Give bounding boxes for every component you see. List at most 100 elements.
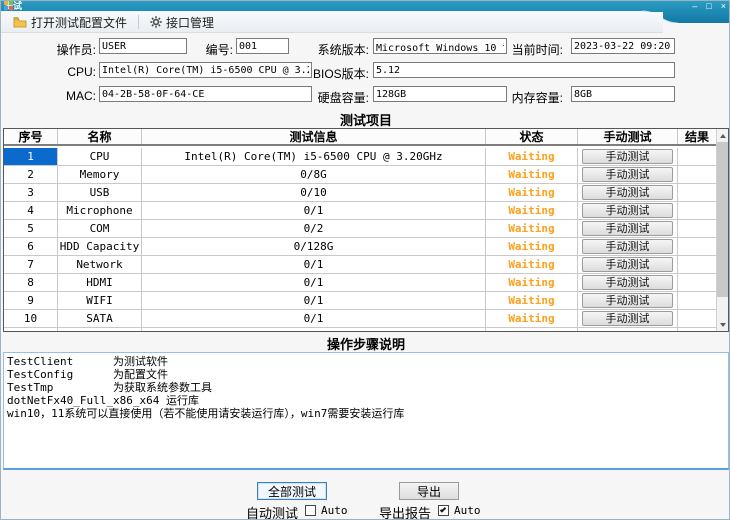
table-row: 10SATA0/1Waiting手动测试: [4, 310, 716, 328]
cell-name[interactable]: WIFI: [58, 292, 142, 309]
header-result: 结果: [678, 129, 716, 144]
cell-info[interactable]: 0/1: [142, 292, 486, 309]
close-button[interactable]: ×: [721, 2, 726, 11]
hdd-capacity-input[interactable]: [373, 86, 507, 102]
cell-result: [678, 148, 716, 165]
cell-info[interactable]: 0/10: [142, 184, 486, 201]
system-info-form: 操作员: 编号: 系统版本: 当前时间: CPU: BIOS版本: MAC: 硬…: [1, 33, 730, 109]
scroll-down-icon[interactable]: [717, 318, 728, 331]
cell-name[interactable]: HDD Capacity: [58, 238, 142, 255]
cell-status: Waiting: [486, 238, 578, 255]
cell-info[interactable]: 0/2: [142, 220, 486, 237]
table-row: 8HDMI0/1Waiting手动测试: [4, 274, 716, 292]
cell-no[interactable]: 2: [4, 166, 58, 183]
cell-info[interactable]: 0/1: [142, 202, 486, 219]
cell-no[interactable]: 1: [4, 148, 58, 165]
app-icon: [4, 1, 13, 10]
cell-no[interactable]: 3: [4, 184, 58, 201]
cell-manual: 手动测试: [578, 184, 678, 201]
serial-input[interactable]: [236, 38, 289, 54]
manual-test-button[interactable]: 手动测试: [582, 203, 673, 218]
cell-name[interactable]: HDMI: [58, 274, 142, 291]
manual-test-button[interactable]: 手动测试: [582, 293, 673, 308]
cell-no[interactable]: 6: [4, 238, 58, 255]
manual-test-button[interactable]: 手动测试: [582, 167, 673, 182]
manual-test-button[interactable]: 手动测试: [582, 275, 673, 290]
maximize-button[interactable]: □: [706, 2, 711, 11]
cell-name[interactable]: SATA: [58, 310, 142, 327]
manual-test-button[interactable]: 手动测试: [582, 185, 673, 200]
table-row: 7Network0/1Waiting手动测试: [4, 256, 716, 274]
cell-manual: 手动测试: [578, 220, 678, 237]
export-report-checkbox[interactable]: [438, 505, 449, 516]
minimize-button[interactable]: –: [692, 2, 697, 11]
cell-info[interactable]: 0/128G: [142, 238, 486, 255]
cell-result: [678, 166, 716, 183]
window-title: 测试: [4, 1, 22, 11]
steps-title: 操作步骤说明: [1, 334, 730, 353]
cell-status: Waiting: [486, 148, 578, 165]
table-header-row: 序号 名称 测试信息 状态 手动测试 结果: [4, 129, 716, 146]
table-row-partial: [4, 328, 716, 331]
cell-status: Waiting: [486, 166, 578, 183]
bios-version-input[interactable]: [373, 62, 675, 78]
header-status: 状态: [486, 129, 578, 144]
cell-result: [678, 256, 716, 273]
manual-test-button[interactable]: 手动测试: [582, 221, 673, 236]
scrollbar-thumb[interactable]: [717, 142, 728, 297]
table-row: 1CPUIntel(R) Core(TM) i5-6500 CPU @ 3.20…: [4, 148, 716, 166]
cell-result: [678, 310, 716, 327]
table-scrollbar[interactable]: [716, 129, 728, 331]
cell-status: Waiting: [486, 292, 578, 309]
empty-cell: [678, 328, 716, 331]
header-info: 测试信息: [142, 129, 486, 144]
table-row: 5COM0/2Waiting 手动测试: [4, 220, 716, 238]
cell-info[interactable]: 0/1: [142, 274, 486, 291]
interface-mgmt-label: 接口管理: [166, 14, 214, 31]
auto-test-label: 自动测试: [246, 503, 298, 520]
cell-name[interactable]: COM: [58, 220, 142, 237]
cell-no[interactable]: 8: [4, 274, 58, 291]
cell-no[interactable]: 10: [4, 310, 58, 327]
test-all-button[interactable]: 全部测试: [257, 482, 327, 500]
cell-name[interactable]: CPU: [58, 148, 142, 165]
cell-info[interactable]: 0/1: [142, 256, 486, 273]
table-row: 9WIFI0/1Waiting 手动测试: [4, 292, 716, 310]
cell-result: [678, 202, 716, 219]
header-name: 名称: [58, 129, 142, 144]
cell-manual: 手动测试: [578, 238, 678, 255]
export-report-checkbox-label: Auto: [454, 504, 481, 517]
manual-test-button[interactable]: 手动测试: [582, 311, 673, 326]
operator-input[interactable]: [99, 38, 187, 54]
cell-name[interactable]: Network: [58, 256, 142, 273]
os-version-input[interactable]: [373, 38, 507, 54]
cpu-label: CPU:: [41, 65, 96, 79]
manual-test-button[interactable]: 手动测试: [582, 149, 673, 164]
ram-capacity-label: 内存容量:: [507, 89, 563, 106]
mac-input[interactable]: [99, 86, 312, 102]
cell-info[interactable]: 0/1: [142, 310, 486, 327]
open-config-button[interactable]: 打开测试配置文件: [6, 11, 134, 34]
cpu-input[interactable]: [99, 62, 312, 78]
auto-test-checkbox[interactable]: [305, 505, 316, 516]
cell-manual: 手动测试: [578, 256, 678, 273]
cell-info[interactable]: Intel(R) Core(TM) i5-6500 CPU @ 3.20GHz: [142, 148, 486, 165]
manual-test-button[interactable]: 手动测试: [582, 257, 673, 272]
empty-cell: [142, 328, 486, 331]
cell-name[interactable]: USB: [58, 184, 142, 201]
interface-mgmt-button[interactable]: 接口管理: [143, 11, 221, 34]
cell-name[interactable]: Memory: [58, 166, 142, 183]
cell-info[interactable]: 0/8G: [142, 166, 486, 183]
cell-no[interactable]: 9: [4, 292, 58, 309]
current-time-input[interactable]: [571, 38, 675, 54]
manual-test-button[interactable]: 手动测试: [582, 239, 673, 254]
scroll-up-icon[interactable]: [717, 129, 728, 142]
table-body: 1CPUIntel(R) Core(TM) i5-6500 CPU @ 3.20…: [4, 148, 716, 331]
cell-name[interactable]: Microphone: [58, 202, 142, 219]
ram-capacity-input[interactable]: [571, 86, 675, 102]
cell-no[interactable]: 4: [4, 202, 58, 219]
cell-no[interactable]: 7: [4, 256, 58, 273]
cell-no[interactable]: 5: [4, 220, 58, 237]
export-button[interactable]: 导出: [399, 482, 459, 500]
cell-status: Waiting: [486, 220, 578, 237]
